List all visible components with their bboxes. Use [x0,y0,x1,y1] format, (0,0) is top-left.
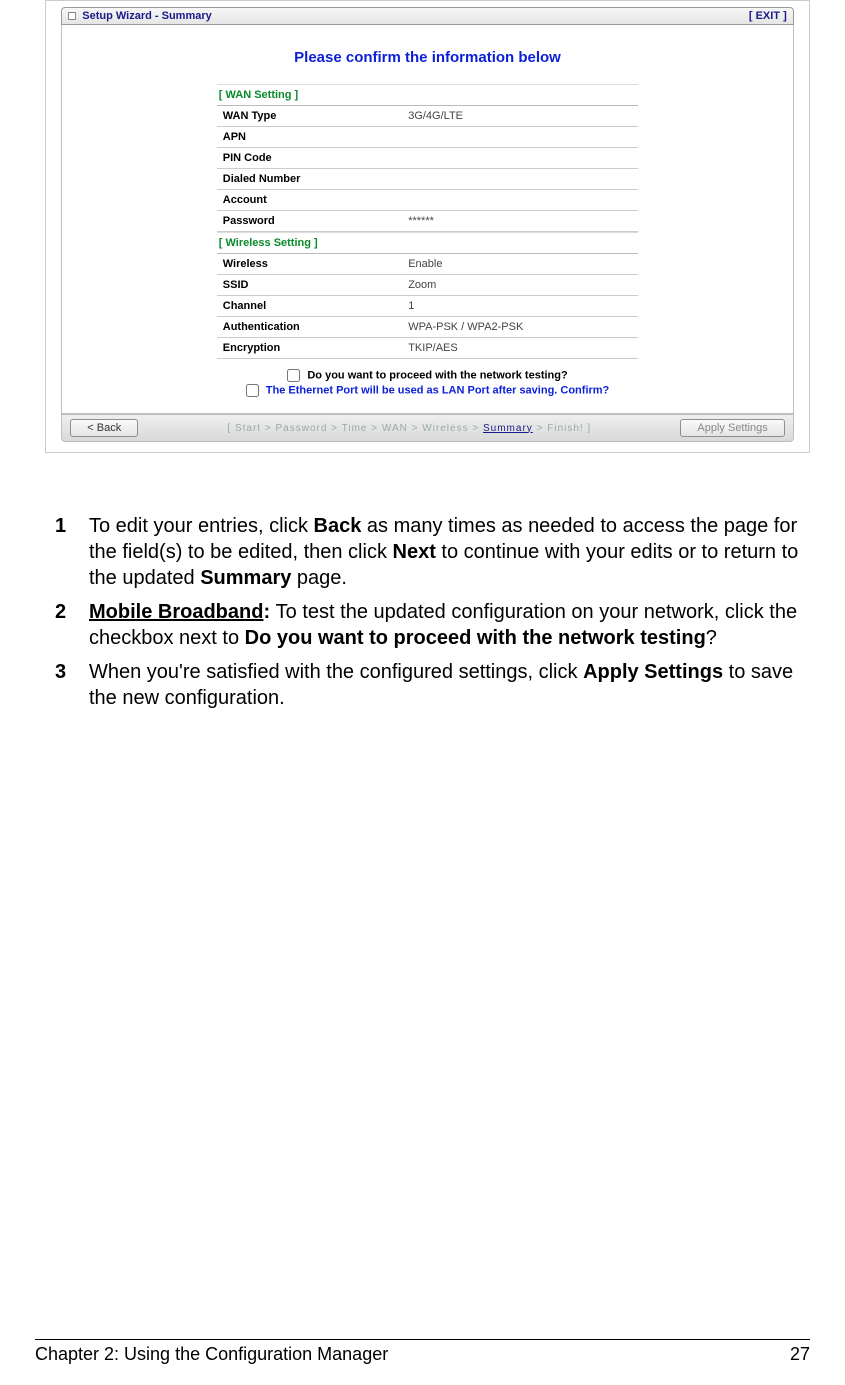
wan-settings-table: WAN Type3G/4G/LTE APN PIN Code Dialed Nu… [217,106,638,232]
table-row: SSIDZoom [217,275,638,296]
wizard-titlebar: Setup Wizard - Summary [ EXIT ] [61,7,793,25]
lan-confirm-label: The Ethernet Port will be used as LAN Po… [266,384,610,396]
lan-confirm-line: The Ethernet Port will be used as LAN Po… [217,384,638,397]
page-number: 27 [790,1344,810,1365]
confirm-heading: Please confirm the information below [76,49,778,66]
network-test-line: Do you want to proceed with the network … [217,369,638,382]
list-item: 3 When you're satisfied with the configu… [55,659,800,711]
network-test-checkbox[interactable] [287,369,300,382]
table-row: AuthenticationWPA-PSK / WPA2-PSK [217,317,638,338]
step-number: 3 [55,659,89,711]
apply-settings-button[interactable]: Apply Settings [680,419,784,437]
page-footer: Chapter 2: Using the Configuration Manag… [35,1339,810,1365]
wan-section-header: [ WAN Setting ] [217,84,638,106]
wizard-footer: < Back [ Start > Password > Time > WAN >… [61,414,793,442]
instructions: 1 To edit your entries, click Back as ma… [55,513,800,711]
step-text: When you're satisfied with the configure… [89,659,800,711]
wizard-title: Setup Wizard - Summary [82,10,211,22]
table-row: WirelessEnable [217,254,638,275]
table-row: Account [217,190,638,211]
table-row: WAN Type3G/4G/LTE [217,106,638,127]
table-row: PIN Code [217,148,638,169]
wireless-settings-table: WirelessEnable SSIDZoom Channel1 Authent… [217,254,638,359]
table-row: Dialed Number [217,169,638,190]
table-row: EncryptionTKIP/AES [217,338,638,359]
back-button[interactable]: < Back [70,419,138,437]
wizard-body: Please confirm the information below [ W… [61,25,793,414]
breadcrumb-active: Summary [483,423,533,434]
lan-confirm-checkbox[interactable] [246,384,259,397]
chapter-label: Chapter 2: Using the Configuration Manag… [35,1344,388,1365]
table-row: APN [217,127,638,148]
wireless-section-header: [ Wireless Setting ] [217,232,638,254]
window-icon [68,12,76,20]
exit-button[interactable]: [ EXIT ] [749,10,787,22]
table-row: Channel1 [217,296,638,317]
table-row: Password****** [217,211,638,232]
step-number: 1 [55,513,89,591]
breadcrumb: [ Start > Password > Time > WAN > Wirele… [138,423,680,434]
step-number: 2 [55,599,89,651]
list-item: 2 Mobile Broadband: To test the updated … [55,599,800,651]
step-text: Mobile Broadband: To test the updated co… [89,599,800,651]
list-item: 1 To edit your entries, click Back as ma… [55,513,800,591]
network-test-label: Do you want to proceed with the network … [307,369,567,381]
step-text: To edit your entries, click Back as many… [89,513,800,591]
wizard-screenshot: Setup Wizard - Summary [ EXIT ] Please c… [45,0,810,453]
